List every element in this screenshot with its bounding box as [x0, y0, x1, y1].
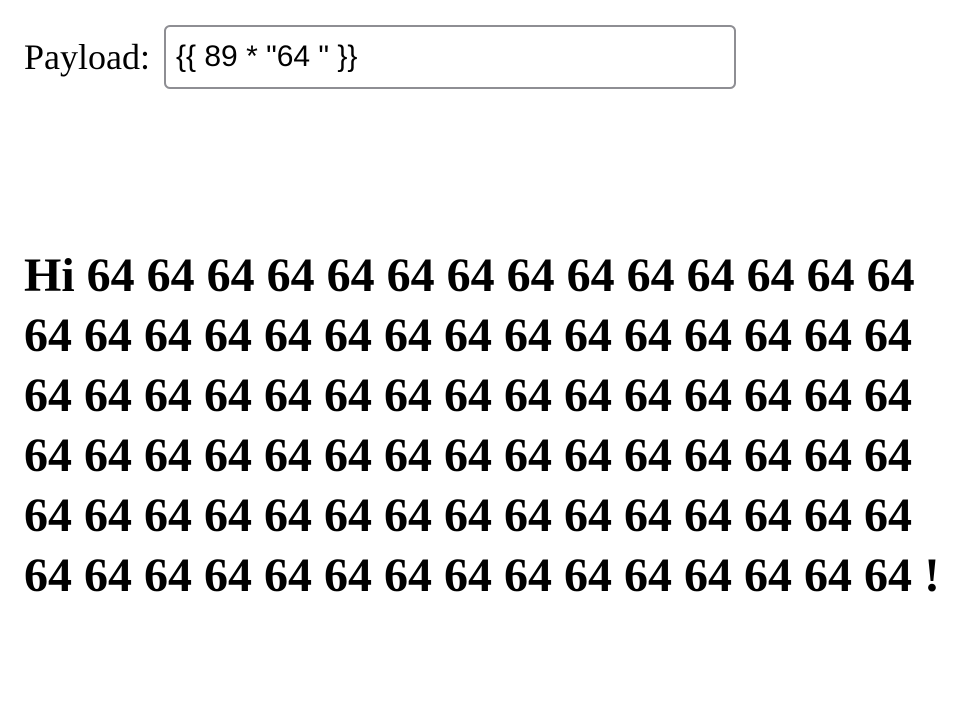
- greeting-output: Hi 64 64 64 64 64 64 64 64 64 64 64 64 6…: [24, 249, 940, 602]
- payload-input[interactable]: [163, 25, 736, 89]
- payload-form: Payload:: [24, 25, 736, 89]
- payload-label: Payload:: [24, 37, 150, 77]
